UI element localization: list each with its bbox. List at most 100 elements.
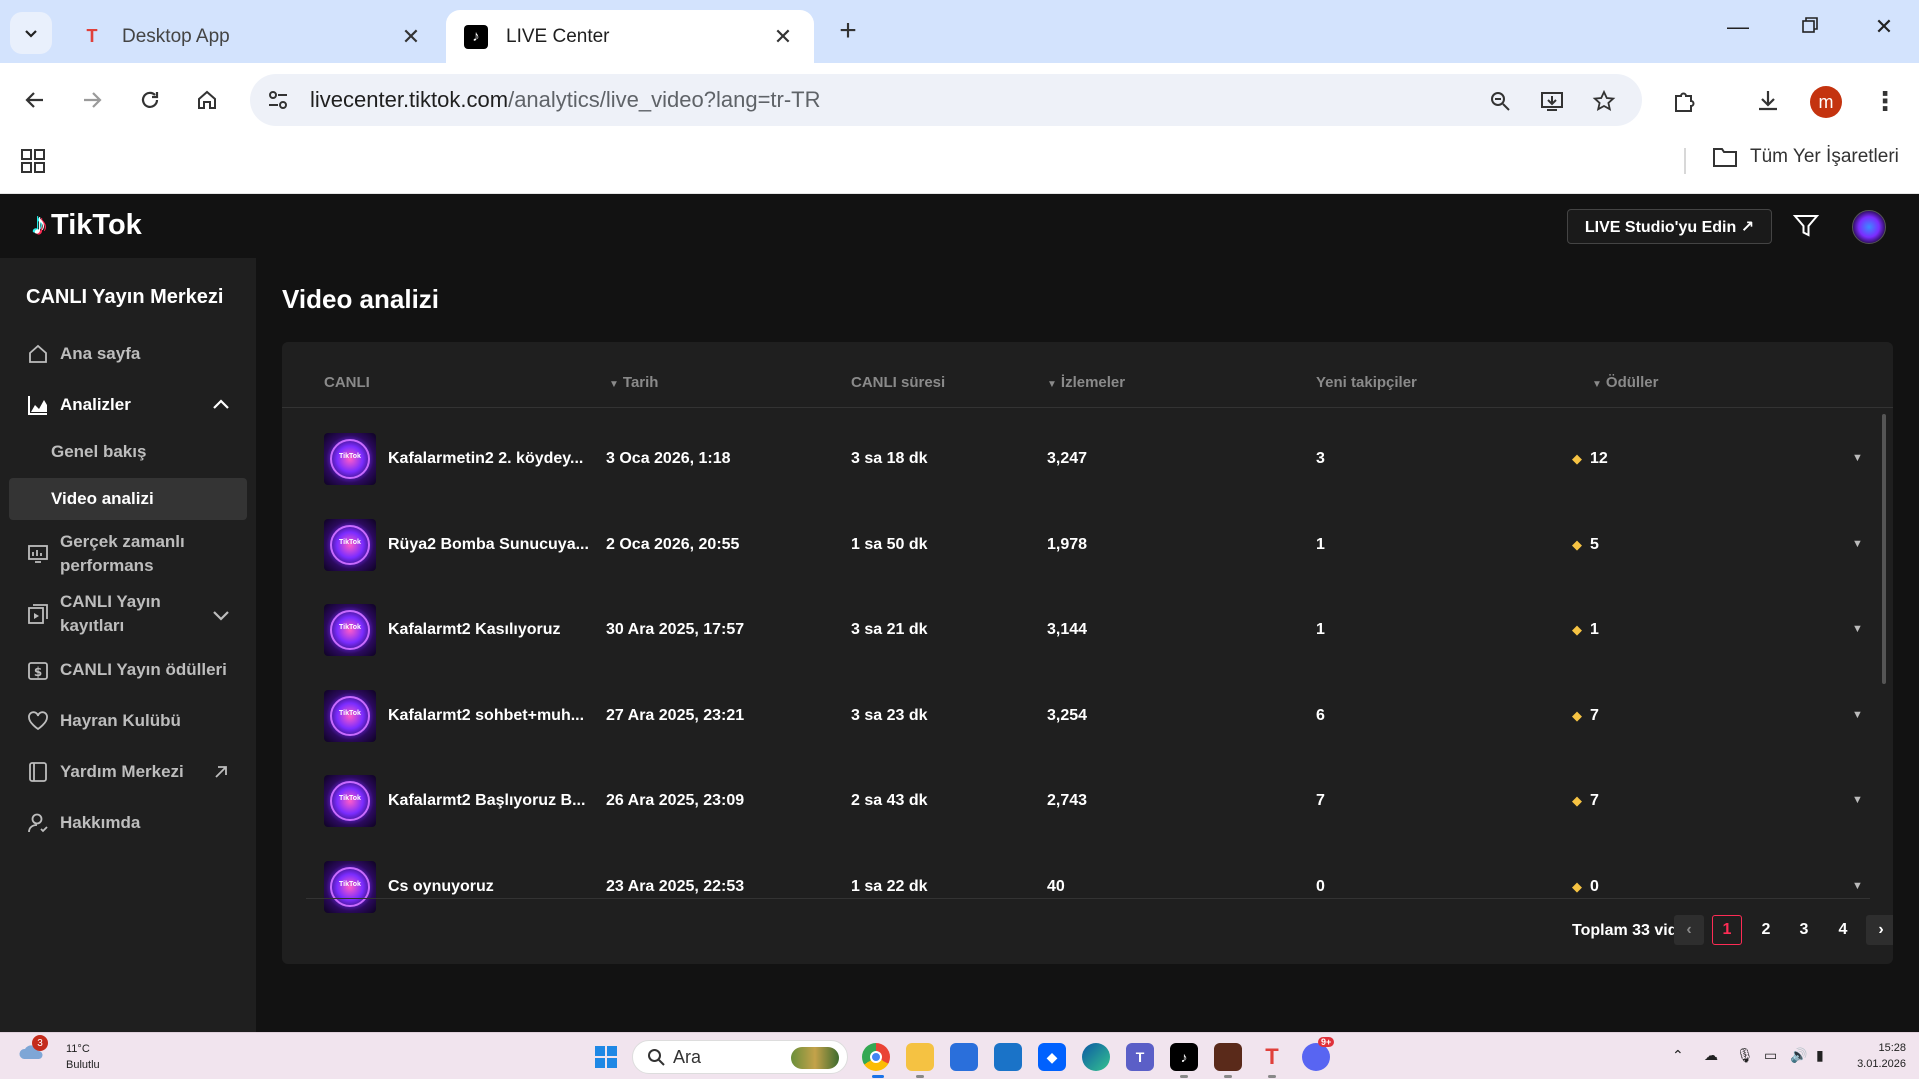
close-tab-icon[interactable]: ✕ bbox=[770, 24, 796, 50]
teams-taskbar-icon[interactable]: T bbox=[1126, 1043, 1154, 1071]
close-tab-icon[interactable]: ✕ bbox=[398, 24, 424, 50]
pagination-next-button[interactable]: › bbox=[1866, 915, 1893, 945]
sidebar-item-live-replays[interactable]: CANLI Yayın kayıtları bbox=[26, 590, 190, 638]
back-button[interactable] bbox=[16, 81, 54, 119]
edge-taskbar-icon[interactable] bbox=[1082, 1043, 1110, 1071]
home-button[interactable] bbox=[188, 81, 226, 119]
table-scrollbar[interactable] bbox=[1882, 414, 1886, 684]
new-tab-button[interactable]: + bbox=[832, 16, 864, 46]
sidebar-item-fan-club[interactable]: Hayran Kulübü bbox=[26, 709, 181, 733]
table-row[interactable]: TikTok Cs oynuyoruz 23 Ara 2025, 22:53 1 sa… bbox=[282, 844, 1872, 914]
table-row[interactable]: TikTok Kafalarmt2 Başlıyoruz B... 26 Ara 2… bbox=[282, 758, 1872, 844]
weather-widget[interactable]: 3 11°C Bulutlu bbox=[18, 1035, 100, 1073]
live-thumbnail[interactable]: TikTok bbox=[324, 775, 376, 827]
reload-button[interactable] bbox=[131, 81, 169, 119]
sidebar-item-about[interactable]: Hakkımda bbox=[26, 811, 140, 835]
tab-desktop-app[interactable]: T Desktop App ✕ bbox=[62, 10, 442, 63]
store-taskbar-icon[interactable] bbox=[950, 1043, 978, 1071]
expand-row-icon[interactable]: ▼ bbox=[1852, 452, 1863, 464]
cell-date: 30 Ara 2025, 17:57 bbox=[606, 621, 745, 638]
sidebar-item-help-center[interactable]: Yardım Merkezi bbox=[26, 760, 184, 784]
discord-taskbar-icon[interactable]: 9+ bbox=[1302, 1037, 1335, 1071]
table-row[interactable]: TikTok Kafalarmetin2 2. köydey... 3 Oca 20… bbox=[282, 416, 1872, 502]
live-thumbnail[interactable]: TikTok bbox=[324, 518, 376, 571]
volume-icon[interactable]: 🔊 bbox=[1790, 1047, 1807, 1064]
chevron-up-icon[interactable] bbox=[210, 394, 232, 416]
downloads-button[interactable] bbox=[1749, 82, 1787, 120]
forward-button[interactable] bbox=[73, 81, 111, 119]
battery-icon[interactable]: ▮ bbox=[1816, 1047, 1824, 1064]
chevron-down-icon[interactable] bbox=[210, 604, 232, 626]
pagination-page-2[interactable]: 2 bbox=[1751, 915, 1781, 945]
extensions-button[interactable] bbox=[1665, 82, 1703, 120]
tab-live-center[interactable]: ♪ LIVE Center ✕ bbox=[446, 10, 814, 63]
close-window-button[interactable]: ✕ bbox=[1864, 14, 1904, 40]
expand-row-icon[interactable]: ▼ bbox=[1852, 709, 1863, 721]
chrome-taskbar-icon[interactable] bbox=[862, 1043, 890, 1071]
site-info-icon[interactable] bbox=[266, 88, 290, 112]
sidebar-item-live-rewards[interactable]: $ CANLI Yayın ödülleri bbox=[26, 658, 227, 682]
column-header-views[interactable]: ▼ İzlemeler bbox=[1047, 374, 1125, 391]
file-explorer-taskbar-icon[interactable] bbox=[906, 1043, 934, 1071]
desktop-app-taskbar-icon[interactable]: T bbox=[1258, 1043, 1286, 1071]
user-avatar[interactable] bbox=[1852, 210, 1886, 244]
monitor-icon bbox=[26, 542, 50, 566]
install-app-button[interactable] bbox=[1533, 82, 1571, 120]
tiktok-taskbar-icon[interactable]: ♪ bbox=[1170, 1043, 1198, 1071]
browser-toolbar: livecenter.tiktok.com/analytics/live_vid… bbox=[0, 63, 1919, 136]
expand-row-icon[interactable]: ▼ bbox=[1852, 794, 1863, 806]
sidebar-item-realtime-performance[interactable]: Gerçek zamanlı performans bbox=[26, 530, 210, 578]
tab-search-button[interactable] bbox=[10, 12, 52, 54]
minimize-button[interactable]: — bbox=[1718, 14, 1758, 40]
apps-grid-icon[interactable] bbox=[20, 148, 46, 174]
expand-row-icon[interactable]: ▼ bbox=[1852, 880, 1863, 892]
table-row[interactable]: TikTok Kafalarmt2 sohbet+muh... 27 Ara 202… bbox=[282, 673, 1872, 759]
menu-button[interactable]: ⋮ bbox=[1866, 82, 1904, 120]
profile-avatar[interactable]: m bbox=[1810, 86, 1842, 118]
sidebar-item-label: Gerçek zamanlı performans bbox=[60, 532, 185, 575]
restore-button[interactable] bbox=[1790, 14, 1830, 40]
network-icon[interactable]: ▭ bbox=[1764, 1047, 1777, 1064]
cell-rewards: ◆ 7 bbox=[1572, 792, 1599, 810]
live-thumbnail[interactable]: TikTok bbox=[324, 604, 376, 656]
filter-icon[interactable] bbox=[1792, 212, 1820, 240]
outlook-taskbar-icon[interactable] bbox=[994, 1043, 1022, 1071]
game-taskbar-icon[interactable] bbox=[1214, 1043, 1242, 1071]
pagination-page-1[interactable]: 1 bbox=[1712, 915, 1742, 945]
diamond-icon: ◆ bbox=[1572, 622, 1582, 637]
all-bookmarks-button[interactable]: Tüm Yer İşaretleri bbox=[1712, 146, 1899, 168]
column-header-label: Ödüller bbox=[1605, 374, 1659, 391]
dropbox-taskbar-icon[interactable]: ◆ bbox=[1038, 1043, 1066, 1071]
pagination-prev-button[interactable]: ‹ bbox=[1674, 915, 1704, 945]
microphone-icon[interactable]: 🎙 bbox=[1736, 1047, 1754, 1064]
rewards-value: 12 bbox=[1590, 450, 1608, 467]
live-thumbnail[interactable]: TikTok bbox=[324, 860, 376, 913]
expand-row-icon[interactable]: ▼ bbox=[1852, 538, 1863, 550]
sidebar-item-video-analytics[interactable]: Video analizi bbox=[9, 478, 247, 520]
table-row[interactable]: TikTok Rüya2 Bomba Sunucuya... 2 Oca 2026,… bbox=[282, 502, 1872, 588]
table-row[interactable]: TikTok Kafalarmt2 Kasılıyoruz 30 Ara 2025,… bbox=[282, 587, 1872, 673]
sidebar-item-home[interactable]: Ana sayfa bbox=[26, 342, 140, 366]
sidebar-item-analytics[interactable]: Analizler bbox=[26, 393, 131, 417]
cell-views: 3,247 bbox=[1047, 450, 1088, 467]
sidebar-item-overview[interactable]: Genel bakış bbox=[51, 442, 146, 462]
taskbar-search[interactable]: Ara bbox=[632, 1040, 848, 1074]
pagination-page-4[interactable]: 4 bbox=[1828, 915, 1858, 945]
live-thumbnail[interactable]: TikTok bbox=[324, 433, 376, 485]
bookmark-star-button[interactable] bbox=[1585, 82, 1623, 120]
live-thumbnail[interactable]: TikTok bbox=[324, 689, 376, 742]
url-path: /analytics/live_video?lang=tr-TR bbox=[508, 87, 821, 112]
column-header-rewards[interactable]: ▼ Ödüller bbox=[1592, 374, 1658, 391]
cloud-sync-icon[interactable]: ☁ bbox=[1704, 1047, 1718, 1064]
show-hidden-icons-button[interactable]: ⌃ bbox=[1672, 1047, 1684, 1064]
address-bar[interactable]: livecenter.tiktok.com/analytics/live_vid… bbox=[250, 74, 1642, 126]
expand-row-icon[interactable]: ▼ bbox=[1852, 623, 1863, 635]
thumbnail-label: TikTok bbox=[339, 880, 361, 888]
taskbar-clock[interactable]: 15:28 3.01.2026 bbox=[1850, 1040, 1906, 1072]
column-header-date[interactable]: ▼ Tarih bbox=[609, 374, 658, 391]
pagination-page-3[interactable]: 3 bbox=[1789, 915, 1819, 945]
zoom-button[interactable] bbox=[1481, 82, 1519, 120]
get-live-studio-button[interactable]: LIVE Studio'yu Edin ↗ bbox=[1567, 209, 1772, 244]
windows-start-icon[interactable] bbox=[594, 1045, 618, 1069]
tiktok-logo[interactable]: ♪ TikTok bbox=[32, 208, 142, 242]
